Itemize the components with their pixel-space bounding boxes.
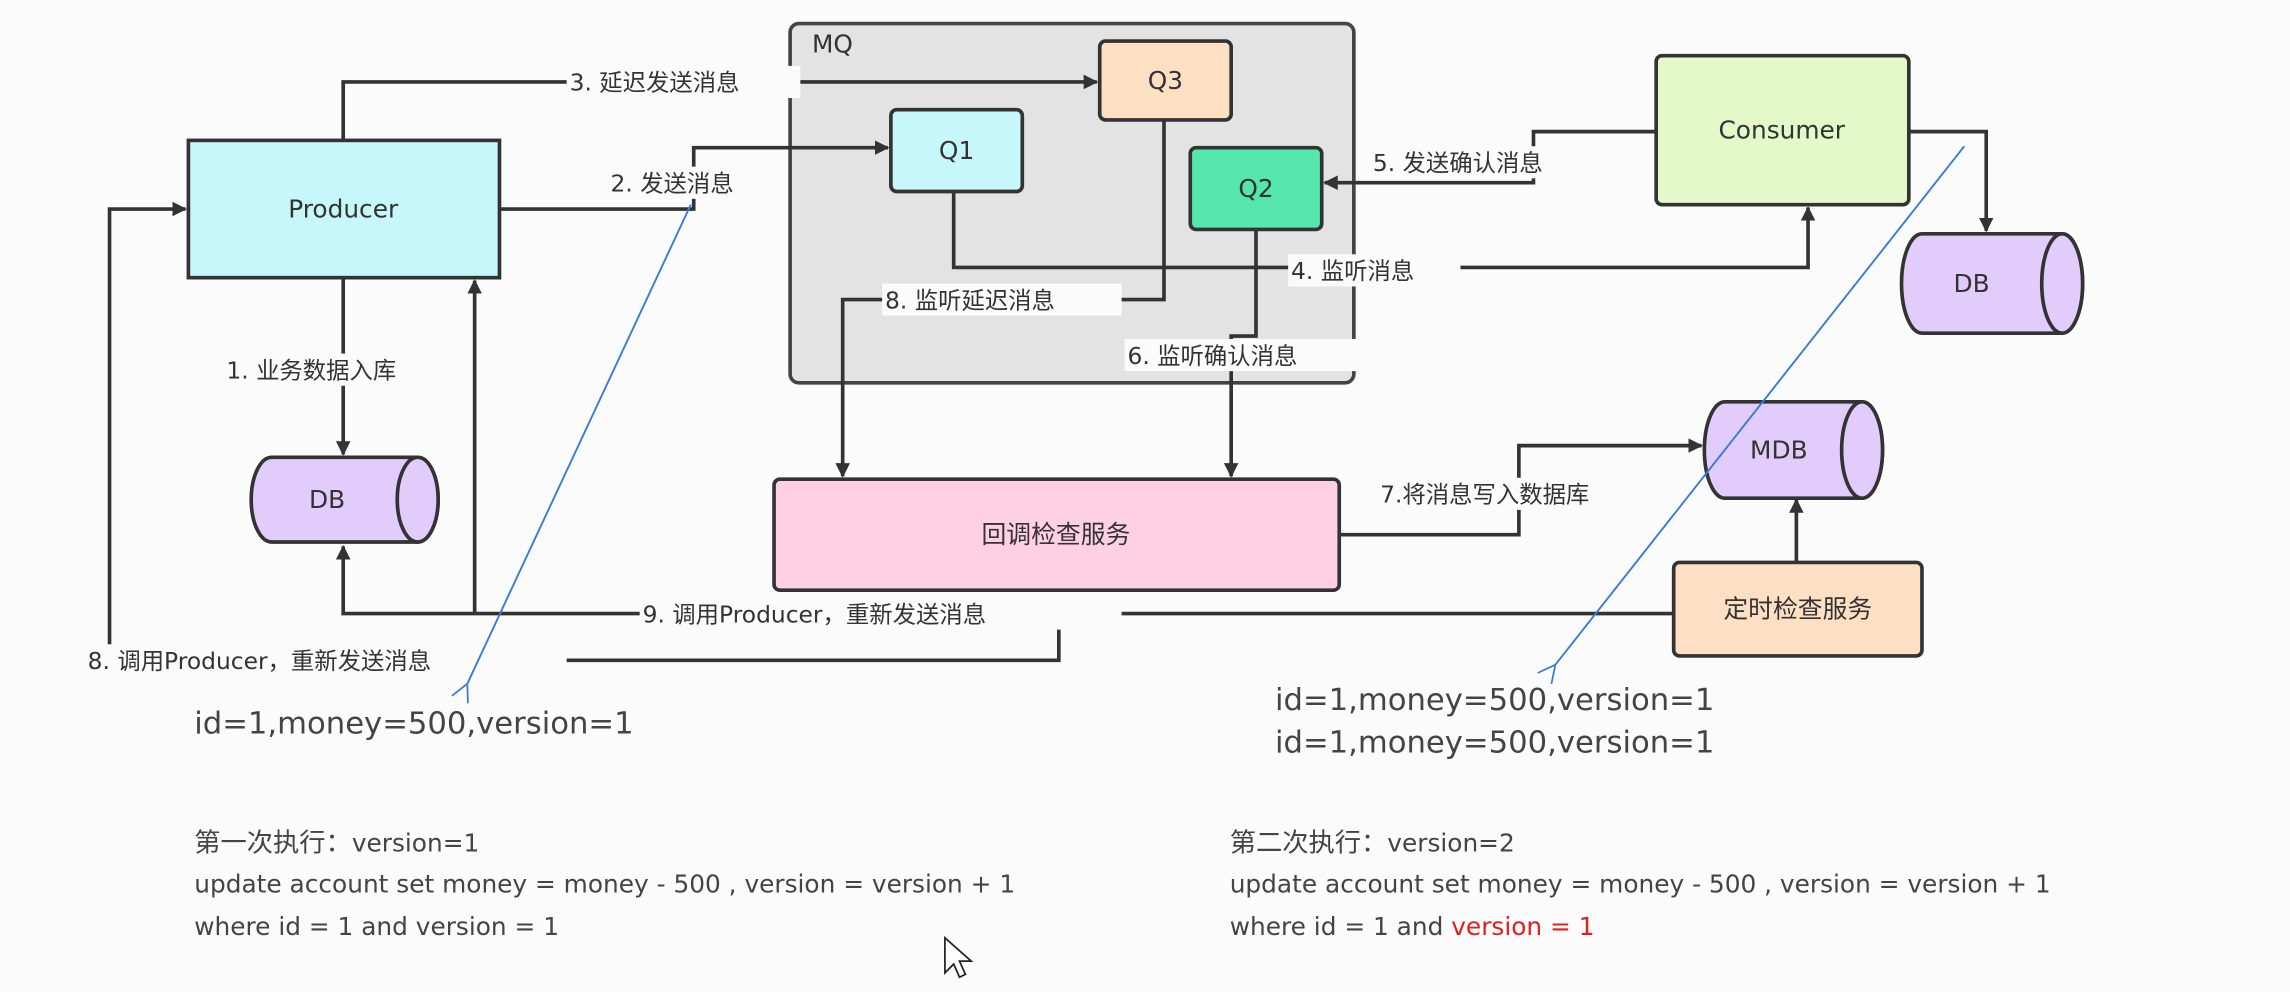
svg-text:Producer: Producer xyxy=(288,194,399,223)
first-title: 第一次执行： xyxy=(194,829,352,859)
first-execution-note: 第一次执行：version=1 update account set money… xyxy=(194,829,1015,941)
svg-text:Consumer: Consumer xyxy=(1718,116,1845,145)
edge-consumer-db xyxy=(1908,129,1994,233)
mouse-cursor-icon xyxy=(944,935,974,979)
edge-label-7: 7.将消息写入数据库 xyxy=(1380,481,1589,509)
second-title: 第二次执行： xyxy=(1230,829,1388,859)
svg-text:定时检查服务: 定时检查服务 xyxy=(1723,595,1872,624)
svg-text:第一次执行：version=1: 第一次执行：version=1 xyxy=(194,829,479,859)
consumer-node: Consumer xyxy=(1654,53,1911,207)
svg-text:DB: DB xyxy=(309,485,345,514)
svg-text:where id = 1 and version = 1: where id = 1 and version = 1 xyxy=(1230,912,1595,941)
first-sql-2: where id = 1 and version = 1 xyxy=(194,912,559,941)
first-sql-1: update account set money = money - 500 ,… xyxy=(194,870,1015,899)
q3-node: Q3 xyxy=(1097,39,1233,122)
db-right-node: DB xyxy=(1899,232,2085,335)
edge-label-5: 5. 发送确认消息 xyxy=(1373,149,1543,177)
svg-text:回调检查服务: 回调检查服务 xyxy=(981,520,1130,549)
second-sql-1: update account set money = money - 500 ,… xyxy=(1230,870,2051,899)
producer-node: Producer xyxy=(186,138,502,280)
second-sql-2-highlight: version = 1 xyxy=(1451,912,1594,941)
svg-text:第二次执行：version=2: 第二次执行：version=2 xyxy=(1230,829,1515,859)
right-record-2: id=1,money=500,version=1 xyxy=(1275,725,1714,760)
svg-text:DB: DB xyxy=(1954,269,1990,298)
svg-text:Q3: Q3 xyxy=(1148,66,1183,95)
first-title-version: version=1 xyxy=(352,829,479,858)
mq-label: MQ xyxy=(812,30,853,59)
edge-label-9: 9. 调用Producer，重新发送消息 xyxy=(643,600,986,628)
svg-text:Q2: Q2 xyxy=(1238,174,1273,203)
edge-label-4: 4. 监听消息 xyxy=(1291,257,1414,285)
second-title-version: version=2 xyxy=(1387,829,1514,858)
timer-service-node: 定时检查服务 xyxy=(1671,560,1924,658)
callback-service-node: 回调检查服务 xyxy=(772,477,1342,593)
svg-text:Q1: Q1 xyxy=(939,136,974,165)
edge-label-6: 6. 监听确认消息 xyxy=(1127,342,1297,370)
second-sql-2: where id = 1 and xyxy=(1230,912,1452,941)
edge-label-8-resend: 8. 调用Producer，重新发送消息 xyxy=(88,647,431,675)
q2-node: Q2 xyxy=(1188,145,1324,232)
edge-label-3: 3. 延迟发送消息 xyxy=(570,69,740,97)
db-left-node: DB xyxy=(249,455,440,544)
edge-label-2: 2. 发送消息 xyxy=(610,169,733,197)
left-record: id=1,money=500,version=1 xyxy=(194,706,633,741)
edge-label-1: 1. 业务数据入库 xyxy=(226,356,396,384)
q1-node: Q1 xyxy=(889,107,1025,194)
svg-text:MDB: MDB xyxy=(1750,435,1808,464)
mdb-node: MDB xyxy=(1702,399,1885,501)
second-execution-note: 第二次执行：version=2 update account set money… xyxy=(1230,829,2051,941)
right-record-1: id=1,money=500,version=1 xyxy=(1275,683,1714,718)
diagram-canvas: MQ Producer Consumer Q3 Q1 Q2 DB DB MDB … xyxy=(84,21,2085,979)
edge-label-8-delay: 8. 监听延迟消息 xyxy=(885,286,1055,314)
